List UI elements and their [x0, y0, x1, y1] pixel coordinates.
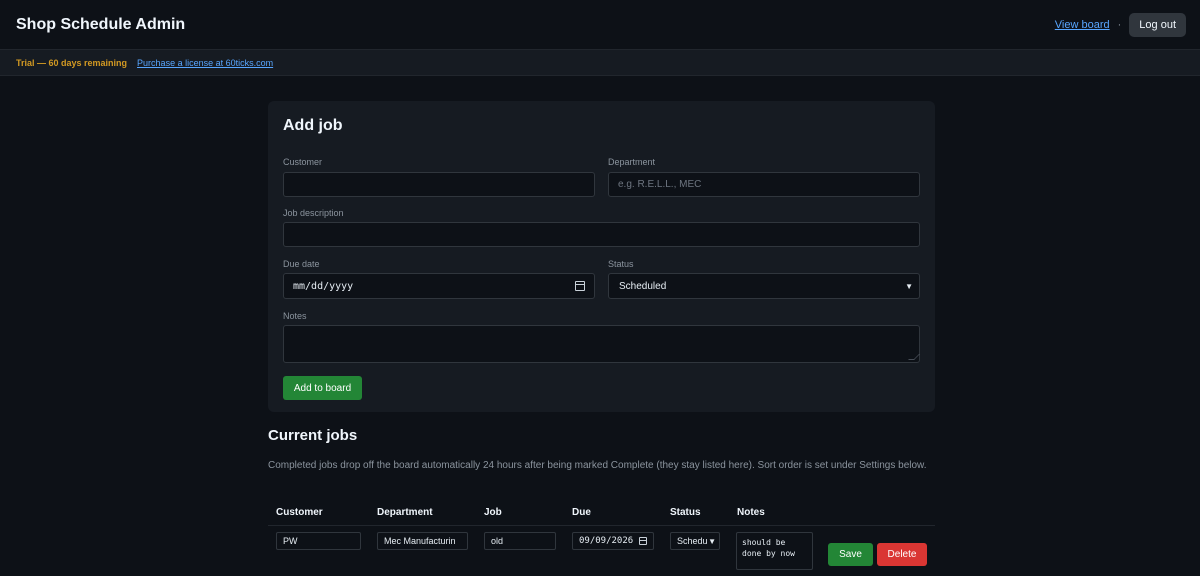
customer-input[interactable]	[283, 172, 595, 197]
table-header-divider	[268, 525, 935, 526]
purchase-license-link[interactable]: Purchase a license at 60ticks.com	[137, 58, 273, 68]
department-label: Department	[608, 157, 656, 167]
app-title: Shop Schedule Admin	[16, 15, 186, 33]
column-header-customer: Customer	[276, 507, 323, 518]
due-date-label: Due date	[283, 259, 320, 269]
delete-button[interactable]: Delete	[877, 543, 927, 566]
status-label: Status	[608, 259, 634, 269]
add-job-title: Add job	[283, 117, 343, 134]
calendar-icon[interactable]	[575, 281, 585, 291]
notes-textarea[interactable]	[283, 325, 920, 363]
department-input[interactable]: e.g. R.E.L.L., MEC	[608, 172, 920, 197]
view-board-link[interactable]: View board	[1055, 19, 1110, 31]
row-department-input[interactable]: Mec Manufacturin	[377, 532, 468, 550]
logout-button[interactable]: Log out	[1129, 12, 1186, 37]
save-button[interactable]: Save	[828, 543, 873, 566]
row-due-input[interactable]: 09/09/2026	[572, 532, 654, 550]
job-description-input[interactable]	[283, 222, 920, 247]
status-select-value: Scheduled	[619, 280, 667, 292]
current-jobs-description: Completed jobs drop off the board automa…	[268, 460, 927, 471]
row-job-input[interactable]: old	[484, 532, 556, 550]
row-due-value: 09/09/2026	[579, 536, 634, 546]
row-status-value: Schedu	[677, 536, 708, 546]
customer-label: Customer	[283, 157, 323, 167]
due-date-placeholder: mm/dd/yyyy	[293, 280, 354, 292]
chevron-down-icon: ▼	[905, 281, 913, 291]
chevron-down-icon: ▼	[708, 536, 716, 546]
trial-banner: Trial — 60 days remaining Purchase a lic…	[0, 50, 1200, 76]
top-right-nav: View board · Log out	[1055, 12, 1186, 37]
calendar-icon[interactable]	[639, 537, 647, 545]
add-to-board-button[interactable]: Add to board	[283, 376, 362, 400]
column-header-notes: Notes	[737, 507, 765, 518]
row-status-select[interactable]: Schedu ▼	[670, 532, 720, 550]
row-notes-textarea[interactable]: should be done by now	[736, 532, 813, 570]
due-date-input[interactable]: mm/dd/yyyy	[283, 273, 595, 299]
add-job-card: Add job Customer Department e.g. R.E.L.L…	[268, 101, 935, 412]
column-header-department: Department	[377, 507, 433, 518]
resize-grip-icon[interactable]	[908, 354, 920, 360]
status-select[interactable]: Scheduled ▼	[608, 273, 920, 299]
notes-label: Notes	[283, 311, 307, 321]
row-notes-value: should be done by now	[742, 538, 795, 558]
row-customer-input[interactable]: PW	[276, 532, 361, 550]
top-bar: Shop Schedule Admin View board · Log out	[0, 0, 1200, 50]
column-header-due: Due	[572, 507, 591, 518]
trial-status: Trial — 60 days remaining	[16, 57, 128, 68]
column-header-status: Status	[670, 507, 701, 518]
job-description-label: Job description	[283, 208, 344, 218]
column-header-job: Job	[484, 507, 502, 518]
nav-separator: ·	[1117, 18, 1122, 31]
current-jobs-title: Current jobs	[268, 427, 358, 444]
